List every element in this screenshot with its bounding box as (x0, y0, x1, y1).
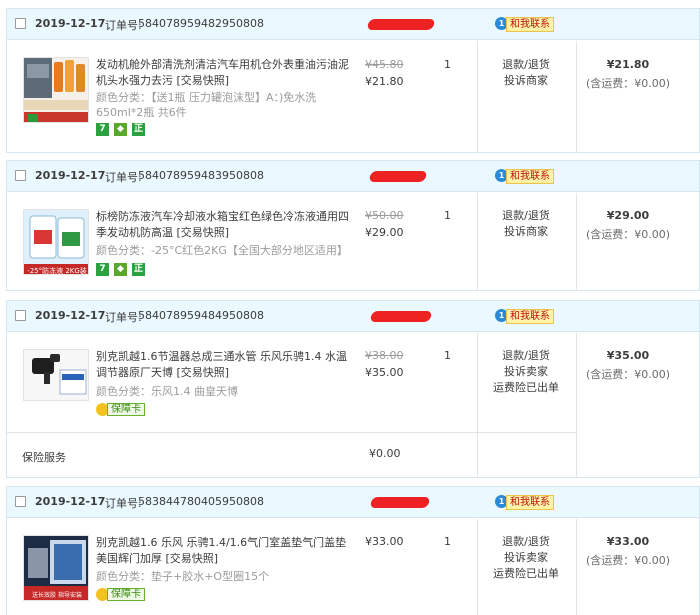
redacted-shop-name (368, 171, 428, 182)
product-attributes: 颜色分类：-25°C红色2KG【全国大部分地区适用】 (96, 244, 348, 257)
divider (576, 519, 577, 615)
actual-price: ¥29.00 (365, 226, 404, 239)
authentic-icon: 正 (132, 123, 145, 136)
refund-link[interactable]: 退款/退货 (477, 534, 575, 550)
contact-seller-label: 和我联系 (506, 495, 554, 510)
quantity: 1 (444, 58, 451, 71)
order-total: ¥33.00 (606, 535, 650, 548)
actual-price: ¥35.00 (365, 366, 404, 379)
quantity: 1 (444, 349, 451, 362)
contact-seller-label: 和我联系 (506, 309, 554, 324)
order-header: 2019-12-17 订单号: 584078959483950808 1 和我联… (7, 161, 699, 192)
thumbnail-caption: -25°防冻液 2KG装 (27, 266, 87, 275)
order-checkbox[interactable] (15, 310, 26, 321)
refund-link[interactable]: 退款/退货 (477, 208, 575, 224)
shield-icon: ◆ (114, 123, 127, 136)
original-price: ¥45.80 (365, 58, 404, 71)
order-date: 2019-12-17 (35, 309, 106, 322)
shield-icon: ◆ (114, 263, 127, 276)
order-number-label: 订单号: (105, 171, 142, 184)
actual-price: ¥33.00 (365, 535, 404, 548)
order-total: ¥35.00 (606, 349, 650, 362)
complain-link[interactable]: 投诉商家 (477, 224, 575, 240)
product-thumbnail[interactable]: 送长效胶 指导安装 (23, 535, 89, 601)
seven-day-return-icon: 7 (96, 263, 109, 276)
redacted-shop-name (369, 311, 433, 322)
original-price: ¥38.00 (365, 349, 404, 362)
product-thumbnail[interactable] (23, 349, 89, 401)
order-header: 2019-12-17 订单号: 584078959484950808 1 和我联… (7, 301, 699, 332)
insurance-service-label: 保险服务 (22, 451, 66, 464)
order-checkbox[interactable] (15, 496, 26, 507)
order-card: 2019-12-17 订单号: 583844780405950808 1 和我联… (6, 486, 700, 615)
complain-link[interactable]: 投诉卖家 (477, 364, 575, 380)
order-card: 2019-12-17 订单号: 584078959482950808 1 和我联… (6, 8, 700, 153)
order-number-label: 订单号: (105, 311, 142, 324)
redacted-shop-name (369, 497, 431, 508)
contact-seller-label: 和我联系 (506, 17, 554, 32)
redacted-shop-name (366, 19, 436, 30)
refund-link[interactable]: 退款/退货 (477, 348, 575, 364)
order-total: ¥29.00 (606, 209, 650, 222)
order-date: 2019-12-17 (35, 495, 106, 508)
freight-note: (含运费：¥0.00) (585, 77, 671, 90)
product-title-link[interactable]: 发动机舱外部清洗剂清洁汽车用机仓外表重油污油泥机头水强力去污 [交易快照] (96, 57, 351, 89)
complain-link[interactable]: 投诉商家 (477, 73, 575, 89)
order-checkbox[interactable] (15, 18, 26, 29)
order-number: 584078959483950808 (138, 169, 264, 182)
product-title-link[interactable]: 标榜防冻液汽车冷却液水箱宝红色绿色冷冻液通用四季发动机防高温 [交易快照] (96, 209, 351, 241)
freight-note: (含运费：¥0.00) (585, 368, 671, 381)
freight-note: (含运费：¥0.00) (585, 554, 671, 567)
product-title-link[interactable]: 别克凯越1.6 乐风 乐骋1.4/1.6气门室盖垫气门盖垫 美国辉门加厚 [交易… (96, 535, 351, 567)
product-thumbnail[interactable]: -25°防冻液 2KG装 (23, 209, 89, 275)
order-number: 584078959482950808 (138, 17, 264, 30)
guarantee-label: 保障卡 (107, 403, 145, 416)
product-thumbnail[interactable] (23, 57, 89, 123)
product-attributes: 颜色分类：乐风1.4 曲皇天博 (96, 385, 238, 398)
order-date: 2019-12-17 (35, 169, 106, 182)
seven-day-return-icon: 7 (96, 123, 109, 136)
authentic-icon: 正 (132, 263, 145, 276)
contact-seller-label: 和我联系 (506, 169, 554, 184)
actual-price: ¥21.80 (365, 75, 404, 88)
refund-link[interactable]: 退款/退货 (477, 57, 575, 73)
order-total: ¥21.80 (606, 58, 650, 71)
complain-link[interactable]: 投诉卖家 (477, 550, 575, 566)
shipping-insurance-link[interactable]: 运费险已出单 (477, 380, 575, 396)
freight-note: (含运费：¥0.00) (585, 228, 671, 241)
quantity: 1 (444, 535, 451, 548)
order-checkbox[interactable] (15, 170, 26, 181)
order-card: 2019-12-17 订单号: 584078959484950808 1 和我联… (6, 300, 700, 478)
quantity: 1 (444, 209, 451, 222)
thumbnail-caption: 送长效胶 指导安装 (32, 591, 82, 599)
order-header: 2019-12-17 订单号: 584078959482950808 1 和我联… (7, 9, 699, 40)
order-header: 2019-12-17 订单号: 583844780405950808 1 和我联… (7, 487, 699, 518)
insurance-service-row: 保险服务 ¥0.00 (7, 432, 577, 478)
insurance-service-price: ¥0.00 (369, 447, 401, 460)
guarantee-label: 保障卡 (107, 588, 145, 601)
divider (576, 41, 577, 153)
product-attributes: 颜色分类：垫子+胶水+O型圈15个 (96, 570, 270, 583)
order-number: 583844780405950808 (138, 495, 264, 508)
order-number: 584078959484950808 (138, 309, 264, 322)
order-number-label: 订单号: (105, 19, 142, 32)
divider (576, 193, 577, 291)
shipping-insurance-link[interactable]: 运费险已出单 (477, 566, 575, 582)
product-title-link[interactable]: 别克凯越1.6节温器总成三通水管 乐风乐骋1.4 水温调节器原厂天博 [交易快照… (96, 349, 351, 381)
product-attributes: 颜色分类：【送1瓶 压力罐泡沫型】A：)免水洗650ml*2瓶 共6件 (96, 91, 317, 119)
order-number-label: 订单号: (105, 497, 142, 510)
original-price: ¥50.00 (365, 209, 404, 222)
order-date: 2019-12-17 (35, 17, 106, 30)
order-card: 2019-12-17 订单号: 584078959483950808 1 和我联… (6, 160, 700, 291)
